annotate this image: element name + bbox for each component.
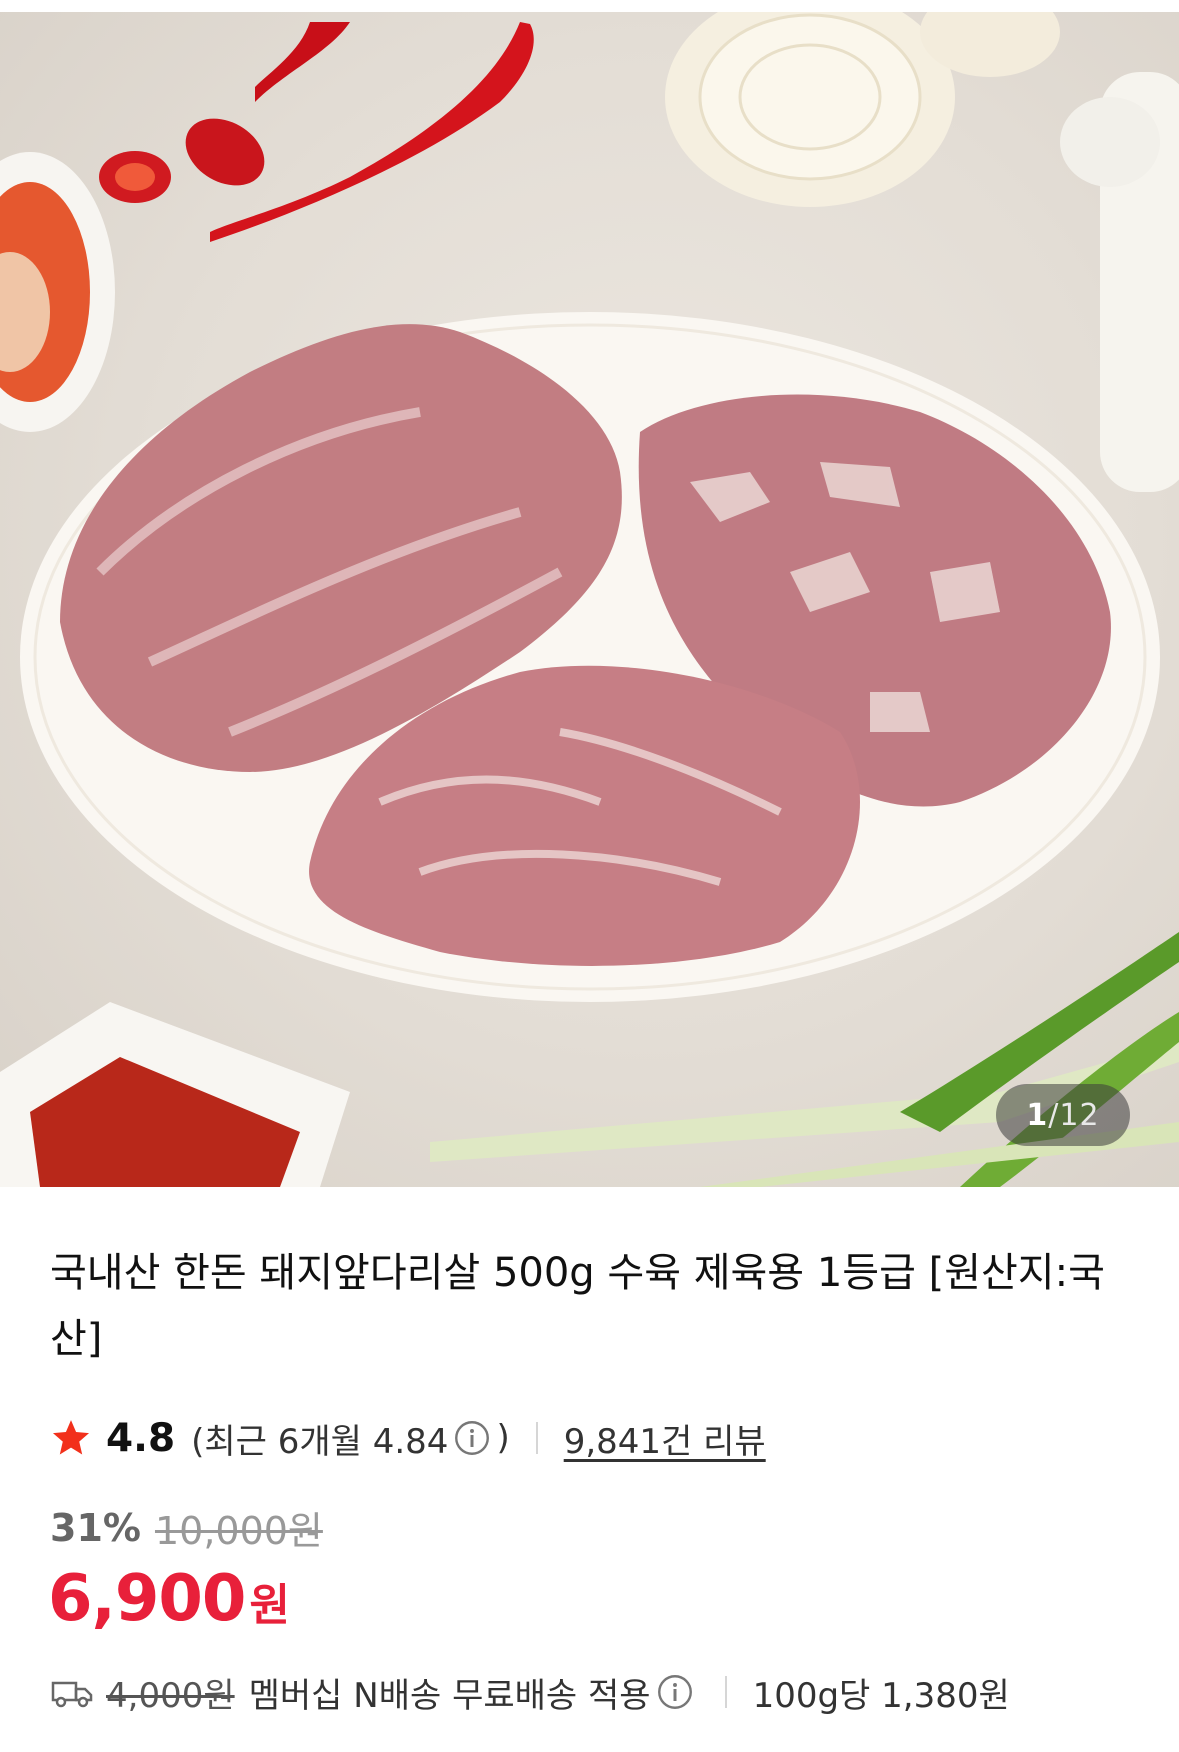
rating-score: 4.8 [106,1415,176,1461]
shipping-row: 4,000원 멤버십 N배송 무료배송 적용 100g당 1,380원 [50,1664,1010,1720]
sale-price-row: 6,900 원 [48,1562,290,1636]
discount-row: 31% 10,000원 [50,1500,323,1555]
sale-price: 6,900 [48,1562,246,1636]
image-counter-current: 1 [1026,1097,1049,1133]
review-count-link[interactable]: 9,841건 리뷰 [564,1414,766,1463]
product-photo-illustration [0,12,1179,1187]
divider [724,1676,727,1708]
recent-rating-text: (최근 6개월 4.84 [191,1421,449,1462]
currency-unit: 원 [249,1580,290,1631]
unit-price: 100g당 1,380원 [752,1675,1010,1716]
image-counter: 1 / 12 [996,1084,1130,1146]
image-counter-total: 12 [1059,1097,1100,1133]
rating-row: 4.8 (최근 6개월 4.84 ) 9,841건 리뷰 [50,1410,766,1466]
product-image[interactable]: 1 / 12 [0,12,1179,1187]
shipping-info-icon[interactable] [657,1674,693,1710]
product-title: 국내산 한돈 돼지앞다리살 500g 수육 제육용 1등급 [원산지:국산] [50,1250,1105,1362]
discount-rate: 31% [50,1505,141,1550]
star-icon [52,1420,90,1455]
truck-icon [51,1681,93,1708]
original-price: 10,000원 [154,1509,323,1553]
image-counter-separator: / [1048,1097,1060,1133]
recent-rating-close: ) [496,1418,510,1458]
divider [535,1422,538,1454]
original-shipping-fee: 4,000원 [106,1675,235,1716]
info-icon[interactable] [454,1420,490,1456]
shipping-label: 멤버십 N배송 무료배송 적용 [248,1675,651,1716]
